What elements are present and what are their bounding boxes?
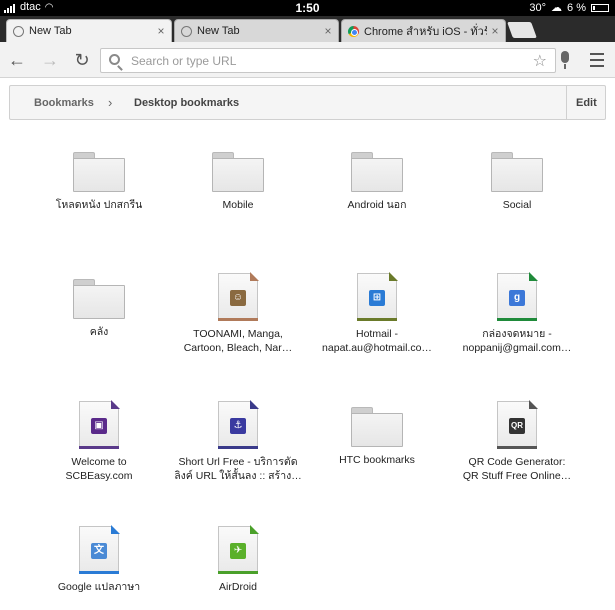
toolbar: ← → ↻ ☆ (0, 42, 615, 78)
favicon-icon: ▣ (91, 418, 107, 434)
status-time: 1:50 (295, 1, 320, 15)
cloud-icon: ☁ (551, 2, 563, 14)
search-icon (109, 54, 120, 65)
bookmark-label: Google แปลภาษา (57, 581, 141, 593)
chevron-right-icon: › (108, 95, 113, 110)
favicon-icon: ⊞ (369, 290, 385, 306)
bookmark-label: โหลดหนัง ปกสกรีน (55, 199, 143, 211)
divider (566, 86, 567, 119)
bookmark-page[interactable]: ☺ TOONAMI, Manga, Cartoon, Bleach, Nar… (173, 272, 303, 355)
page-icon: QR (497, 400, 538, 449)
bookmark-label: QR Code Generator: QR Stuff Free Online… (462, 456, 572, 482)
bookmark-label: Short Url Free - บริการตัด ลิงค์ URL ให้… (174, 456, 302, 482)
bookmark-grid: โหลดหนัง ปกสกรีน Mobile Android นอก Social ค… (0, 120, 615, 610)
page-icon: ▣ (79, 400, 120, 449)
bookmark-page[interactable]: ✈ AirDroid (173, 525, 303, 594)
folder-icon (491, 152, 543, 192)
bookmark-folder[interactable]: Social (452, 152, 582, 212)
favicon-icon: ⚓ (230, 418, 246, 434)
bookmark-folder[interactable]: โหลดหนัง ปกสกรีน (34, 152, 164, 212)
omnibox[interactable]: ☆ (100, 48, 556, 73)
breadcrumb: Bookmarks › Desktop bookmarks Edit (9, 85, 606, 120)
tab-chrome-ios[interactable]: Chrome สำหรับ iOS - ทั่วร้อนแน่ × (341, 19, 506, 42)
tab-new-tab-1[interactable]: New Tab × (6, 19, 172, 42)
favicon-icon: QR (509, 418, 525, 434)
favicon-icon: ☺ (230, 290, 246, 306)
microphone-icon[interactable] (558, 51, 572, 71)
close-tab-icon[interactable]: × (487, 24, 503, 38)
back-button[interactable]: ← (7, 50, 27, 70)
breadcrumb-current: Desktop bookmarks (134, 97, 240, 109)
globe-icon (181, 25, 192, 37)
bookmark-label: TOONAMI, Manga, Cartoon, Bleach, Nar… (183, 328, 293, 354)
chrome-icon (348, 25, 359, 37)
forward-button[interactable]: → (40, 50, 60, 70)
bookmark-folder[interactable]: Mobile (173, 152, 303, 212)
weather-temp: 30° (529, 1, 547, 14)
bookmark-folder[interactable]: คลัง (34, 279, 164, 339)
bookmark-page[interactable]: QR QR Code Generator: QR Stuff Free Onlin… (452, 400, 582, 483)
bookmark-folder[interactable]: HTC bookmarks (312, 407, 442, 467)
bookmark-label: กล่องจดหมาย - noppanij@gmail.com… (462, 328, 572, 354)
bookmark-folder[interactable]: Android นอก (312, 152, 442, 212)
page-icon: ☺ (218, 272, 259, 321)
breadcrumb-bookmarks[interactable]: Bookmarks (34, 97, 94, 109)
star-icon[interactable]: ☆ (533, 51, 547, 71)
folder-icon (351, 407, 403, 447)
bookmark-page[interactable]: 文 Google แปลภาษา (34, 525, 164, 594)
status-bar: dtac ◠ 1:50 30° ☁ 6 % (0, 0, 615, 16)
search-input[interactable] (131, 52, 511, 70)
bookmark-label: AirDroid (219, 581, 257, 593)
tab-title: New Tab (197, 25, 240, 37)
tab-new-tab-2[interactable]: New Tab × (174, 19, 339, 42)
folder-icon (212, 152, 264, 192)
globe-icon (13, 25, 24, 37)
edit-button[interactable]: Edit (576, 97, 597, 109)
bookmark-page[interactable]: ⊞ Hotmail - napat.au@hotmail.co… (312, 272, 442, 355)
bookmark-page[interactable]: ⚓ Short Url Free - บริการตัด ลิงค์ URL ให… (173, 400, 303, 483)
favicon-icon: g (509, 290, 525, 306)
page-icon: ✈ (218, 525, 259, 574)
folder-icon (351, 152, 403, 192)
close-tab-icon[interactable]: × (153, 24, 169, 38)
bookmark-label: HTC bookmarks (339, 454, 415, 466)
folder-icon (73, 152, 125, 192)
bookmark-label: คลัง (89, 326, 109, 338)
bookmark-label: Android นอก (347, 199, 407, 211)
close-tab-icon[interactable]: × (320, 24, 336, 38)
bookmark-label: Mobile (222, 199, 254, 211)
menu-icon[interactable] (590, 53, 604, 67)
tab-title: Chrome สำหรับ iOS - ทั่วร้อนแน่ (364, 26, 487, 38)
battery-icon (591, 3, 609, 12)
favicon-icon: ✈ (230, 543, 246, 559)
page-icon: ⊞ (357, 272, 398, 321)
battery-percent: 6 % (567, 1, 586, 14)
bookmark-label: Hotmail - napat.au@hotmail.co… (322, 328, 432, 354)
bookmark-label: Social (502, 199, 532, 211)
tab-title: New Tab (29, 25, 72, 37)
page-icon: g (497, 272, 538, 321)
favicon-icon: 文 (91, 543, 107, 559)
reload-button[interactable]: ↻ (72, 50, 92, 70)
page-icon: 文 (79, 525, 120, 574)
bookmark-page[interactable]: g กล่องจดหมาย - noppanij@gmail.com… (452, 272, 582, 355)
bookmark-label: Welcome to SCBEasy.com (65, 456, 133, 482)
bookmark-page[interactable]: ▣ Welcome to SCBEasy.com (34, 400, 164, 483)
folder-icon (73, 279, 125, 319)
page-icon: ⚓ (218, 400, 259, 449)
